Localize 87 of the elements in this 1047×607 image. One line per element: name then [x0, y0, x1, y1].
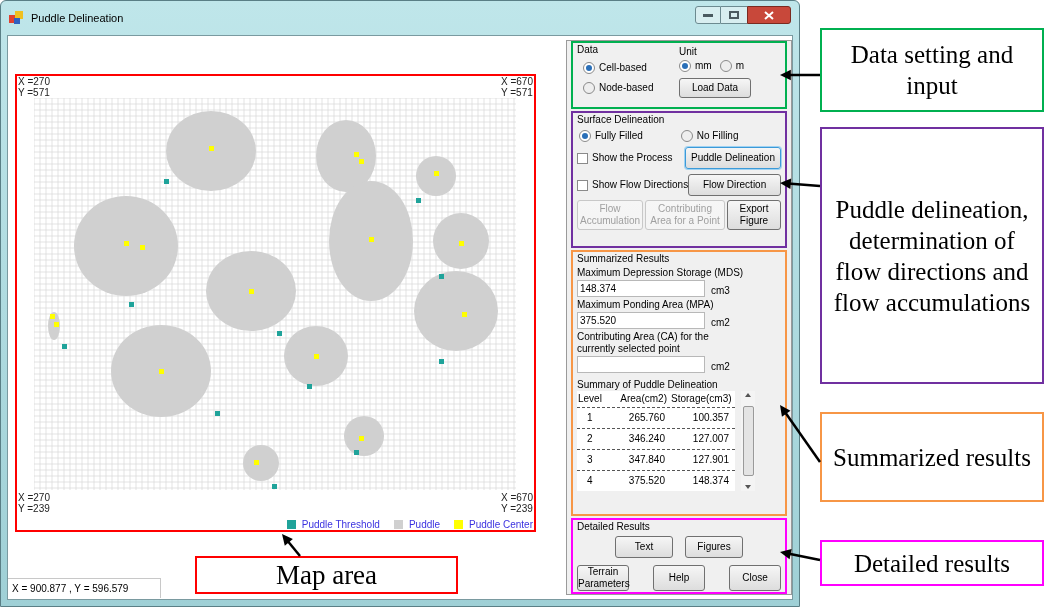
legend-label: Puddle [408, 518, 441, 532]
coordinate-label: X =670 [501, 492, 533, 503]
radio-button[interactable] [583, 82, 595, 94]
table-cell-text: 127.007 [691, 433, 730, 445]
group-title: Unit [679, 46, 697, 58]
command-button[interactable]: Flow Direction [688, 174, 781, 196]
command-button[interactable]: Export Figure [727, 200, 781, 230]
radio-label: Fully Filled [595, 130, 643, 142]
legend-label: Puddle Threshold [301, 518, 380, 532]
radio-label: Cell-based [599, 62, 647, 74]
group-title: Data [577, 44, 599, 56]
table-cell-text: 347.840 [627, 454, 666, 466]
scrollbar[interactable] [741, 391, 755, 491]
field-label: Maximum Ponding Area (MPA) [577, 299, 715, 311]
command-button[interactable]: Text [615, 536, 673, 558]
table-cell-text: 4 [586, 475, 594, 487]
scroll-up-icon[interactable] [745, 393, 751, 397]
value-field[interactable]: 148.374 [577, 280, 705, 297]
radio-label: mm [695, 60, 712, 72]
radio-button[interactable] [680, 130, 693, 142]
callout-box: Data setting and input [820, 28, 1044, 112]
checkbox[interactable] [577, 179, 588, 191]
table-cell-text: 127.901 [691, 454, 730, 466]
command-button[interactable]: Load Data [679, 78, 751, 98]
callout-arrow [282, 534, 301, 557]
field-label: Contributing Area (CA) for the currently selected point [577, 331, 710, 355]
table-cell-text: 346.240 [627, 433, 666, 445]
callout-arrow [780, 405, 822, 463]
checkbox[interactable] [577, 152, 588, 164]
radio-button[interactable] [719, 60, 732, 72]
checkbox-label: Show the Process [592, 152, 673, 164]
table-cell-text: 1 [586, 412, 594, 424]
app-icon [9, 11, 23, 25]
callout-arrow [780, 178, 821, 189]
radio-button[interactable] [583, 62, 595, 74]
command-button[interactable]: Puddle Delineation [685, 147, 781, 169]
table-cell-text: 2 [586, 433, 594, 445]
window-title: Puddle Delineation [31, 10, 124, 26]
legend-label: Puddle Center [469, 518, 533, 532]
status-bar: X = 900.877 , Y = 596.579 [8, 578, 162, 598]
table-cell-text: 148.374 [691, 475, 730, 487]
callout-box: Summarized results [820, 412, 1044, 502]
radio-label: Node-based [599, 82, 654, 94]
table-cell-text: 100.357 [691, 412, 730, 424]
coordinate-label: X =270 [18, 76, 50, 87]
coordinate-label: X =670 [501, 76, 533, 87]
table-cell-text: 3 [586, 454, 594, 466]
close-button[interactable] [747, 6, 791, 24]
column-header: Storage(cm3) [671, 393, 733, 405]
coordinate-label: Y =239 [501, 503, 533, 514]
field-label: Maximum Depression Storage (MDS) [577, 267, 745, 279]
group-title: Summarized Results [577, 253, 670, 265]
callout-box: Puddle delineation, determination of flow directions and flow accumulations [820, 127, 1044, 384]
table-cell-text: 375.520 [627, 475, 666, 487]
unit-label: cm2 [711, 361, 730, 373]
close-icon [764, 10, 774, 20]
unit-label: cm2 [711, 317, 730, 329]
scroll-thumb[interactable] [742, 406, 754, 476]
callout-arrow [780, 69, 820, 81]
radio-label: No Filling [696, 130, 739, 142]
table-cell-text: 265.760 [627, 412, 666, 424]
value-field[interactable]: 375.520 [577, 312, 705, 329]
unit-label: cm3 [711, 285, 730, 297]
command-button[interactable]: Help [653, 565, 705, 591]
table-title: Summary of Puddle Delineation [577, 379, 718, 391]
column-header: Area(cm2) [619, 393, 668, 405]
minimize-button[interactable] [695, 6, 721, 24]
scroll-down-icon[interactable] [745, 485, 751, 489]
coordinate-label: Y =571 [18, 87, 50, 98]
coordinate-label: X =270 [18, 492, 50, 503]
value-field[interactable] [577, 356, 705, 373]
radio-label: m [735, 60, 744, 72]
coordinate-label: Y =239 [18, 503, 50, 514]
command-button[interactable]: Figures [685, 536, 743, 558]
command-button[interactable]: Close [729, 565, 781, 591]
column-header: Level [577, 393, 603, 405]
radio-button[interactable] [679, 60, 691, 72]
coordinate-label: Y =571 [501, 87, 533, 98]
callout-arrow [780, 549, 821, 562]
callout-box: Detailed results [820, 540, 1044, 586]
group-title: Detailed Results [577, 521, 650, 533]
callout-box: Map area [195, 556, 458, 594]
command-button[interactable]: Terrain Parameters [577, 565, 629, 591]
checkbox-label: Show Flow Directions [592, 179, 689, 191]
maximize-button[interactable] [721, 6, 747, 24]
group-title: Surface Delineation [577, 114, 665, 126]
radio-button[interactable] [579, 130, 591, 142]
